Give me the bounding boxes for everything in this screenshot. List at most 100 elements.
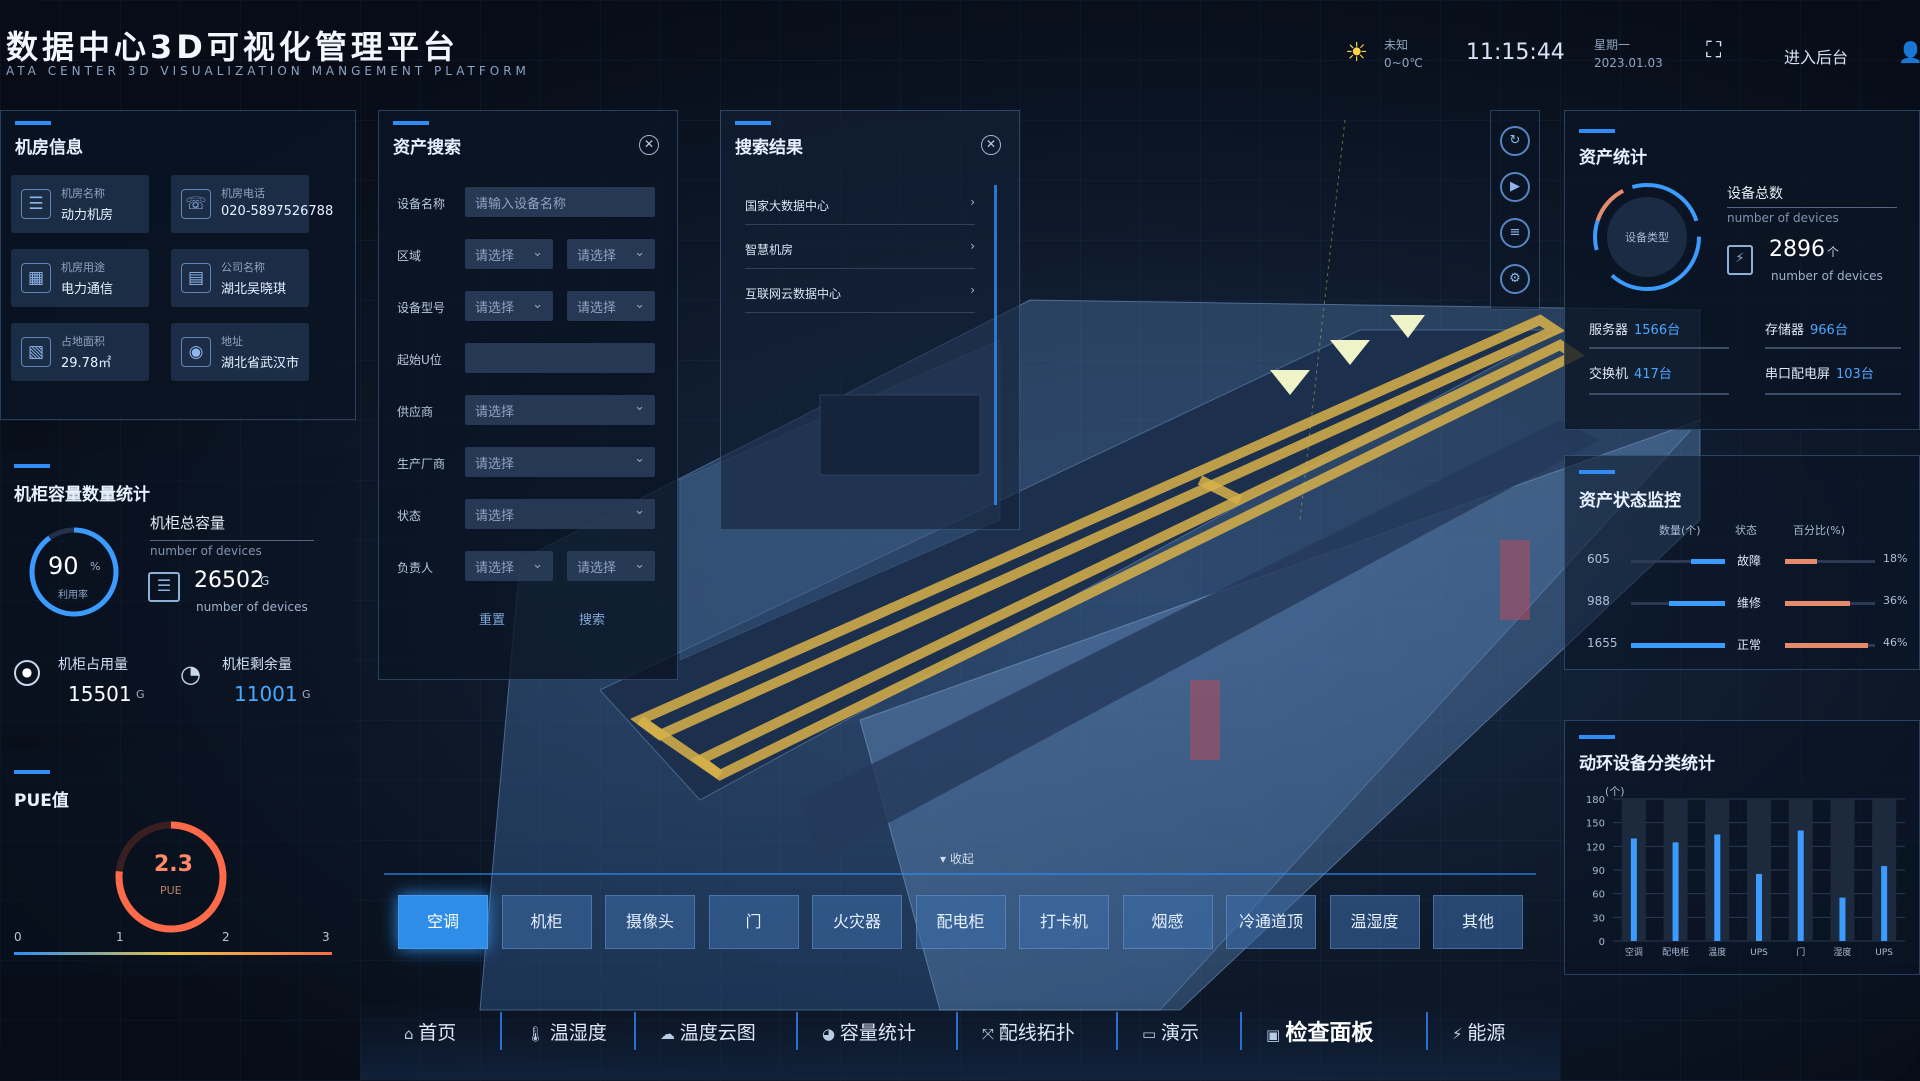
- chart-bar: [1714, 834, 1721, 941]
- cabinet-remain-value: 11001: [234, 682, 298, 706]
- chevron-down-icon: ⌄: [634, 245, 645, 260]
- field-label: 起始U位: [397, 353, 442, 367]
- user-icon[interactable]: 👤: [1898, 40, 1920, 64]
- tab-7[interactable]: 烟感: [1122, 895, 1213, 949]
- nav-label: 演示: [1160, 1022, 1199, 1044]
- select-field[interactable]: 请选择 ⌄: [465, 395, 655, 425]
- reset-button[interactable]: 重置: [479, 609, 505, 628]
- tab-10[interactable]: 其他: [1433, 895, 1523, 949]
- status-label: 维修: [1737, 596, 1762, 610]
- room-info-card: ▧ 占地面积 29.78㎡: [11, 323, 149, 381]
- tab-5[interactable]: 配电柜: [915, 895, 1006, 949]
- nav-label: 首页: [418, 1022, 457, 1044]
- sun-icon: ☀: [1345, 38, 1369, 68]
- nav-item-4[interactable]: ⤧ 配线拓扑: [982, 1018, 1075, 1045]
- pue-scale-bar: [14, 952, 332, 955]
- topology-icon: ⤧: [982, 1025, 999, 1043]
- nav-separator: [634, 1012, 636, 1050]
- tabs-top-line: [384, 873, 1536, 875]
- nav-item-2[interactable]: ☁ 温度云图: [660, 1018, 756, 1045]
- select-value: 请选择: [577, 561, 617, 576]
- device-total-value-sub: number of devices: [1771, 269, 1883, 283]
- chevron-down-icon: ⌄: [634, 399, 645, 414]
- search-result-item[interactable]: 互联网云数据中心 ›: [745, 273, 975, 313]
- card-label: 机房名称: [61, 187, 105, 200]
- pct-bar-fill: [1785, 559, 1818, 564]
- search-result-item[interactable]: 智慧机房 ›: [745, 229, 975, 269]
- tab-0[interactable]: 空调: [398, 895, 488, 949]
- tab-8[interactable]: 冷通道顶: [1226, 895, 1316, 949]
- select-field[interactable]: 请选择 ⌄: [465, 499, 655, 529]
- scrollbar[interactable]: [994, 185, 997, 505]
- field-value: 请选择: [475, 509, 515, 524]
- select-field[interactable]: [465, 343, 655, 373]
- card-value: 020-5897526788: [221, 204, 334, 219]
- asset-stat-serial: 串口配电屏 103台: [1765, 367, 1874, 382]
- cabinet-total-unit: G: [260, 574, 270, 588]
- tab-9[interactable]: 温湿度: [1329, 895, 1420, 949]
- layers-icon[interactable]: ≡: [1500, 218, 1530, 248]
- device-name-input[interactable]: 请输入设备名称: [465, 187, 655, 217]
- tab-2[interactable]: 摄像头: [605, 895, 695, 949]
- collapse-button[interactable]: ▾ 收起: [940, 850, 974, 867]
- stat-divider: [1765, 347, 1901, 349]
- chevron-right-icon: ›: [970, 283, 975, 297]
- chart-bar: [1672, 842, 1679, 941]
- nav-item-5[interactable]: ▭ 演示: [1142, 1018, 1199, 1045]
- env-bar-chart: 180 150 120 90 60 30 0 空调 配电柜 温度 UPS 门 湿度 UPS: [1586, 795, 1905, 958]
- pie-icon: ◕: [822, 1025, 840, 1043]
- tab-6[interactable]: 打卡机: [1019, 895, 1109, 949]
- date-text: 2023.01.03: [1594, 56, 1663, 70]
- tab-4[interactable]: 火灾器: [812, 895, 902, 949]
- select-field[interactable]: 请选择 ⌄: [465, 239, 553, 269]
- nav-item-6[interactable]: ▣ 检查面板: [1266, 1015, 1373, 1047]
- nav-item-3[interactable]: ◕ 容量统计: [822, 1018, 916, 1045]
- nav-item-0[interactable]: ⌂ 首页: [404, 1018, 456, 1045]
- settings-icon[interactable]: ⚙: [1500, 264, 1530, 294]
- cabinet-icon: ☰: [148, 572, 180, 602]
- fullscreen-icon[interactable]: ⛶: [1706, 38, 1721, 63]
- search-field-row: 生产厂商 请选择 ⌄: [397, 447, 667, 479]
- field-label: 供应商: [397, 405, 434, 419]
- select-field[interactable]: 请选择 ⌄: [567, 239, 655, 269]
- result-label: 国家大数据中心: [745, 199, 830, 213]
- nav-item-7[interactable]: ⚡ 能源: [1452, 1018, 1505, 1045]
- panel-accent-bar: [1579, 129, 1615, 133]
- close-icon[interactable]: ✕: [981, 135, 1001, 155]
- used-capacity-icon: ●: [14, 660, 40, 686]
- select-field[interactable]: 请选择 ⌄: [465, 447, 655, 477]
- nav-separator: [500, 1012, 502, 1050]
- select-field[interactable]: 请选择 ⌄: [465, 291, 553, 321]
- status-count: 1655: [1587, 636, 1618, 650]
- select-field[interactable]: 请选择 ⌄: [465, 551, 553, 581]
- asset-stat-storage: 存储器 966台: [1765, 323, 1848, 338]
- select-value: 请选择: [475, 561, 515, 576]
- select-field[interactable]: 请选择 ⌄: [567, 291, 655, 321]
- nav-separator: [796, 1012, 798, 1050]
- search-result-item[interactable]: 国家大数据中心 ›: [745, 185, 975, 225]
- close-icon[interactable]: ✕: [639, 135, 659, 155]
- status-pct: 36%: [1883, 594, 1908, 607]
- cloud-icon: ☁: [660, 1025, 680, 1043]
- play-icon[interactable]: ▶: [1500, 172, 1530, 202]
- search-button[interactable]: 搜索: [579, 609, 605, 628]
- tab-3[interactable]: 门: [708, 895, 799, 949]
- rotate-icon[interactable]: ↻: [1500, 126, 1530, 156]
- cabinet-total-value: 26502: [194, 568, 264, 593]
- chevron-right-icon: ›: [970, 239, 975, 253]
- field-label: 负责人: [397, 561, 434, 575]
- tab-1[interactable]: 机柜: [501, 895, 592, 949]
- nav-label: 配线拓扑: [998, 1022, 1075, 1044]
- enter-admin-link[interactable]: 进入后台: [1784, 44, 1848, 68]
- ring-label: 设备类型: [1625, 231, 1669, 244]
- search-field-row: 设备名称 请输入设备名称: [397, 187, 667, 219]
- panel-accent-bar: [1579, 470, 1615, 474]
- nav-label: 温湿度: [549, 1022, 607, 1044]
- pue-axis-label: 2: [222, 930, 230, 944]
- nav-item-1[interactable]: 🌡 温湿度: [526, 1018, 607, 1045]
- card-label: 地址: [221, 335, 243, 348]
- stat-divider: [1589, 393, 1729, 395]
- x-tick-label: UPS: [1875, 948, 1893, 958]
- x-tick-label: 空调: [1625, 946, 1643, 958]
- select-field[interactable]: 请选择 ⌄: [567, 551, 655, 581]
